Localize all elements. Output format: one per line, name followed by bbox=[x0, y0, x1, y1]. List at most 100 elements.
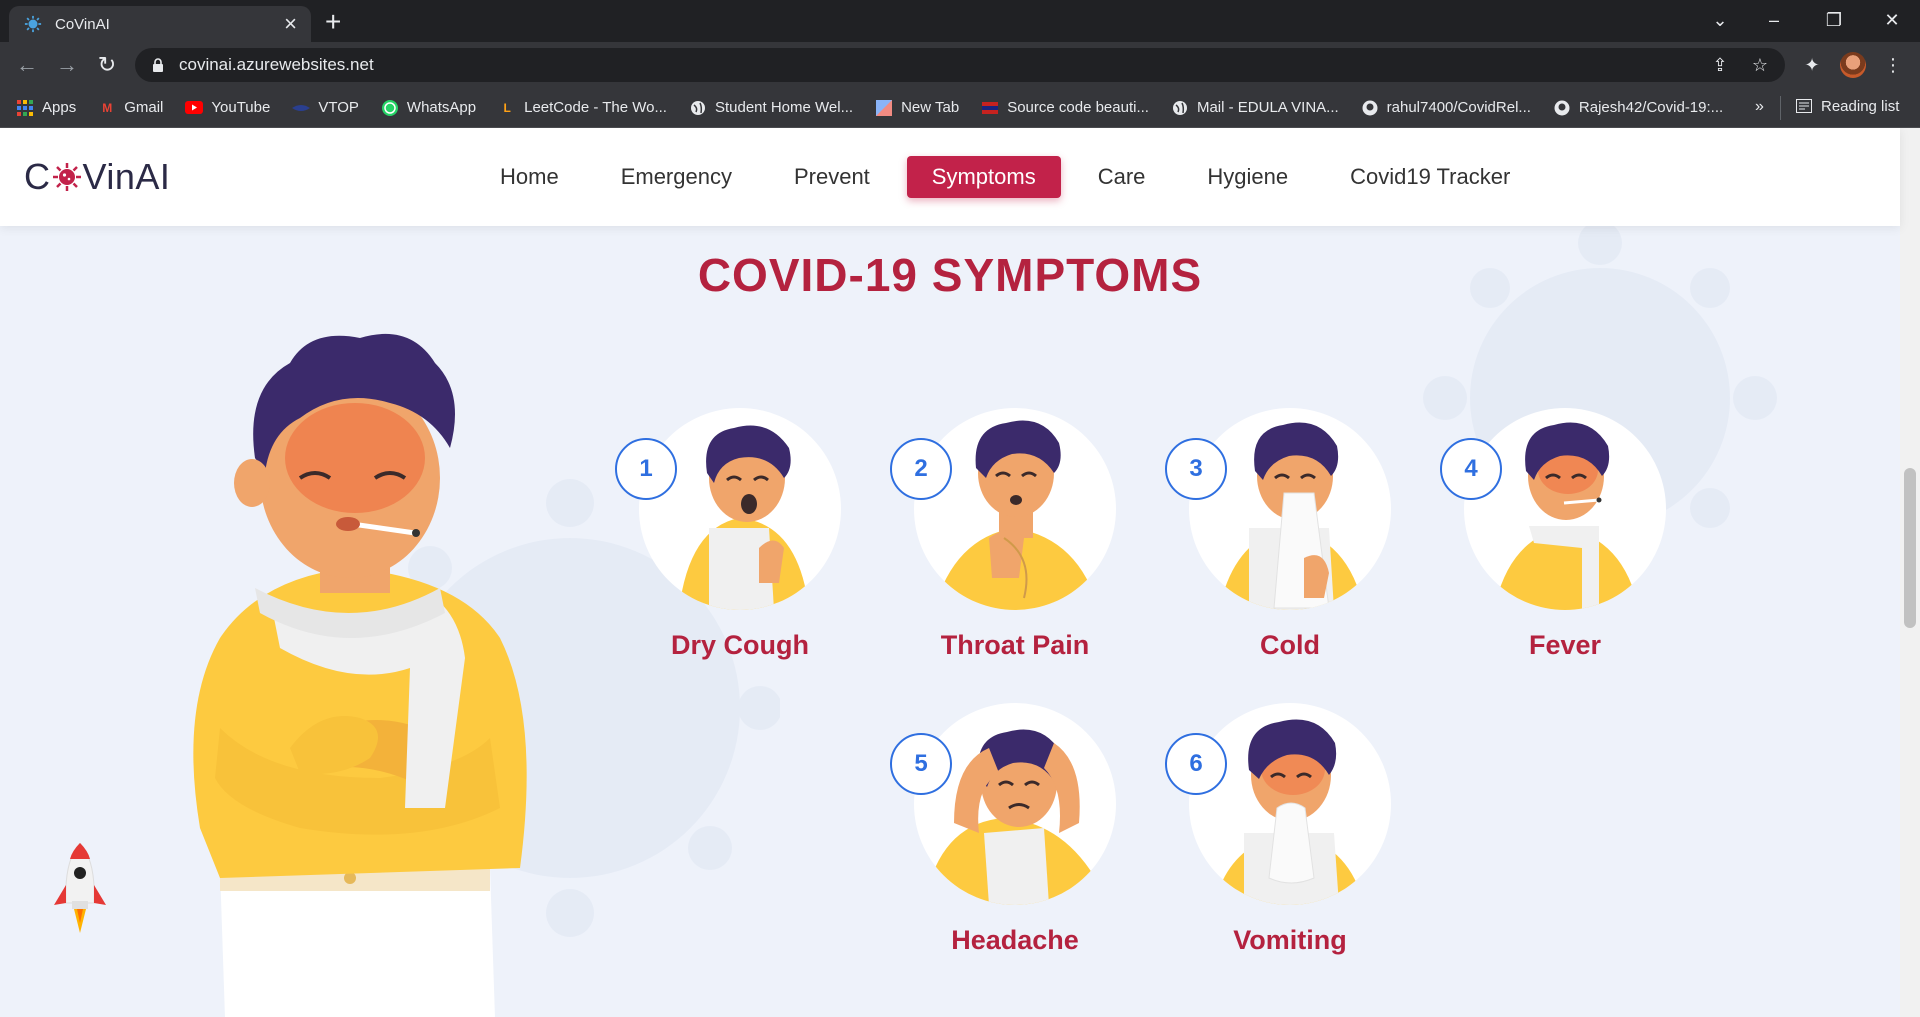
close-icon[interactable]: × bbox=[284, 13, 297, 35]
symptom-card[interactable]: 2 Throat Pain bbox=[890, 408, 1120, 668]
sick-man-illustration bbox=[193, 333, 527, 1017]
profile-avatar[interactable] bbox=[1838, 50, 1868, 80]
virus-logo-icon bbox=[52, 163, 81, 191]
tab-strip: CoVinAI × + ⌄ – ❐ ✕ bbox=[0, 0, 1920, 42]
symptom-illustration-vomiting bbox=[1189, 703, 1391, 905]
symptom-card[interactable]: 3 Cold bbox=[1165, 408, 1395, 668]
back-arrow-icon[interactable]: ← bbox=[12, 50, 42, 80]
nav-care[interactable]: Care bbox=[1073, 156, 1171, 198]
github-icon bbox=[1553, 99, 1571, 117]
github-icon bbox=[1361, 99, 1379, 117]
apps-grid-icon bbox=[16, 99, 34, 117]
symptom-card[interactable]: 5 Headache bbox=[890, 703, 1120, 963]
bookmark-item[interactable]: Mail - EDULA VINA... bbox=[1171, 99, 1339, 117]
symptom-card[interactable]: 1 Dry Cough bbox=[615, 408, 845, 668]
symptom-label: Throat Pain bbox=[940, 630, 1090, 660]
newtab-icon bbox=[875, 99, 893, 117]
globe-icon bbox=[1171, 99, 1189, 117]
bookmark-label: Mail - EDULA VINA... bbox=[1196, 99, 1339, 116]
bookmark-label: YouTube bbox=[211, 99, 271, 116]
scrollbar-thumb[interactable] bbox=[1904, 468, 1916, 628]
bookmark-label: New Tab bbox=[901, 99, 960, 116]
youtube-icon bbox=[185, 99, 204, 117]
bookmark-item[interactable]: rahul7400/CovidRel... bbox=[1361, 99, 1531, 117]
symptom-number-badge: 3 bbox=[1165, 438, 1227, 500]
symptom-number-badge: 5 bbox=[890, 733, 952, 795]
new-tab-icon[interactable]: + bbox=[325, 6, 341, 38]
bookmark-item[interactable]: Student Home Wel... bbox=[689, 99, 853, 117]
page-scrollbar[interactable] bbox=[1900, 128, 1920, 1017]
bookmark-item[interactable]: M Gmail bbox=[98, 99, 163, 117]
bookmark-item[interactable]: YouTube bbox=[185, 99, 270, 117]
symptom-card[interactable]: 4 Fever bbox=[1440, 408, 1670, 668]
bookmark-item[interactable]: Apps bbox=[16, 99, 76, 117]
bookmark-label: VTOP bbox=[318, 99, 359, 116]
share-icon[interactable]: ⇪ bbox=[1709, 54, 1731, 76]
bookmark-label: LeetCode - The Wo... bbox=[524, 99, 667, 116]
bookmark-label: Gmail bbox=[124, 99, 164, 116]
nav-symptoms[interactable]: Symptoms bbox=[906, 156, 1061, 198]
url-input[interactable] bbox=[179, 55, 1579, 75]
reading-list-button[interactable]: Reading list bbox=[1795, 97, 1899, 115]
symptom-number-badge: 1 bbox=[615, 438, 677, 500]
symptom-illustration-dry-cough bbox=[639, 408, 841, 610]
site-logo[interactable]: C VinAI bbox=[24, 156, 170, 198]
reload-icon[interactable]: ↻ bbox=[92, 50, 122, 80]
main-nav: Home Emergency Prevent Symptoms Care Hyg… bbox=[475, 156, 1547, 198]
page-viewport: C VinAI Home Emergency Prevent Symptoms … bbox=[0, 128, 1920, 1017]
bookmarks-divider bbox=[1780, 96, 1781, 120]
address-bar[interactable]: ⇪ ☆ bbox=[135, 48, 1785, 82]
nav-hygiene[interactable]: Hygiene bbox=[1182, 156, 1313, 198]
symptom-label: Fever bbox=[1528, 630, 1602, 660]
bookmark-item[interactable]: Rajesh42/Covid-19:... bbox=[1553, 99, 1723, 117]
gmail-icon: M bbox=[102, 100, 113, 115]
symptom-number-badge: 6 bbox=[1165, 733, 1227, 795]
minimize-icon[interactable]: – bbox=[1746, 0, 1802, 40]
browser-toolbar: ← → ↻ ⇪ ☆ ✦ ⋮ bbox=[0, 42, 1920, 88]
nav-prevent[interactable]: Prevent bbox=[769, 156, 895, 198]
bookmark-item[interactable]: VTOP bbox=[292, 99, 359, 117]
section-title: COVID-19 SYMPTOMS bbox=[697, 249, 1203, 301]
symptom-number-badge: 2 bbox=[890, 438, 952, 500]
whatsapp-icon bbox=[381, 99, 399, 117]
extensions-puzzle-icon[interactable]: ✦ bbox=[1797, 50, 1827, 80]
reading-list-label: Reading list bbox=[1821, 97, 1900, 115]
tab-search-chevron-icon[interactable]: ⌄ bbox=[1692, 0, 1748, 40]
bookmark-star-icon[interactable]: ☆ bbox=[1749, 54, 1771, 76]
bookmark-item[interactable]: L LeetCode - The Wo... bbox=[498, 99, 667, 117]
source-code-icon bbox=[981, 99, 999, 117]
symptom-illustration-throat-pain bbox=[914, 408, 1116, 610]
symptom-illustration-cold bbox=[1189, 408, 1391, 610]
bookmark-label: rahul7400/CovidRel... bbox=[1386, 99, 1531, 116]
scroll-to-top-rocket-icon[interactable] bbox=[52, 843, 108, 943]
symptom-card[interactable]: 6 Vomiting bbox=[1165, 703, 1395, 963]
nav-covid19-tracker[interactable]: Covid19 Tracker bbox=[1325, 156, 1535, 198]
symptom-number-badge: 4 bbox=[1440, 438, 1502, 500]
logo-text-prefix: C bbox=[24, 156, 51, 197]
symptom-illustration-headache bbox=[914, 703, 1116, 905]
bookmark-item[interactable]: New Tab bbox=[875, 99, 959, 117]
symptom-illustration-fever bbox=[1464, 408, 1666, 610]
bookmark-item[interactable]: Source code beauti... bbox=[981, 99, 1149, 117]
symptom-label: Dry Cough bbox=[671, 630, 809, 660]
window-close-icon[interactable]: ✕ bbox=[1864, 0, 1920, 40]
symptom-label: Headache bbox=[951, 925, 1079, 955]
browser-tab[interactable]: CoVinAI × bbox=[9, 6, 311, 42]
nav-home[interactable]: Home bbox=[475, 156, 584, 198]
bookmark-label: Source code beauti... bbox=[1007, 99, 1149, 116]
reading-list-icon bbox=[1795, 97, 1813, 115]
leetcode-icon: L bbox=[503, 100, 511, 115]
bookmark-item[interactable]: WhatsApp bbox=[381, 99, 476, 117]
forward-arrow-icon[interactable]: → bbox=[52, 50, 82, 80]
bookmark-label: WhatsApp bbox=[406, 99, 477, 116]
nav-emergency[interactable]: Emergency bbox=[596, 156, 757, 198]
vtop-icon bbox=[292, 99, 311, 117]
bookmark-label: Rajesh42/Covid-19:... bbox=[1578, 99, 1724, 116]
menu-kebab-icon[interactable]: ⋮ bbox=[1878, 50, 1908, 80]
symptom-label: Vomiting bbox=[1233, 925, 1347, 955]
restore-icon[interactable]: ❐ bbox=[1806, 0, 1862, 40]
more-bookmarks-chevron-icon[interactable]: » bbox=[1755, 98, 1764, 116]
site-header: C VinAI Home Emergency Prevent Symptoms … bbox=[0, 128, 1900, 226]
bookmark-label: Student Home Wel... bbox=[714, 99, 854, 116]
bookmark-label: Apps bbox=[42, 99, 77, 116]
